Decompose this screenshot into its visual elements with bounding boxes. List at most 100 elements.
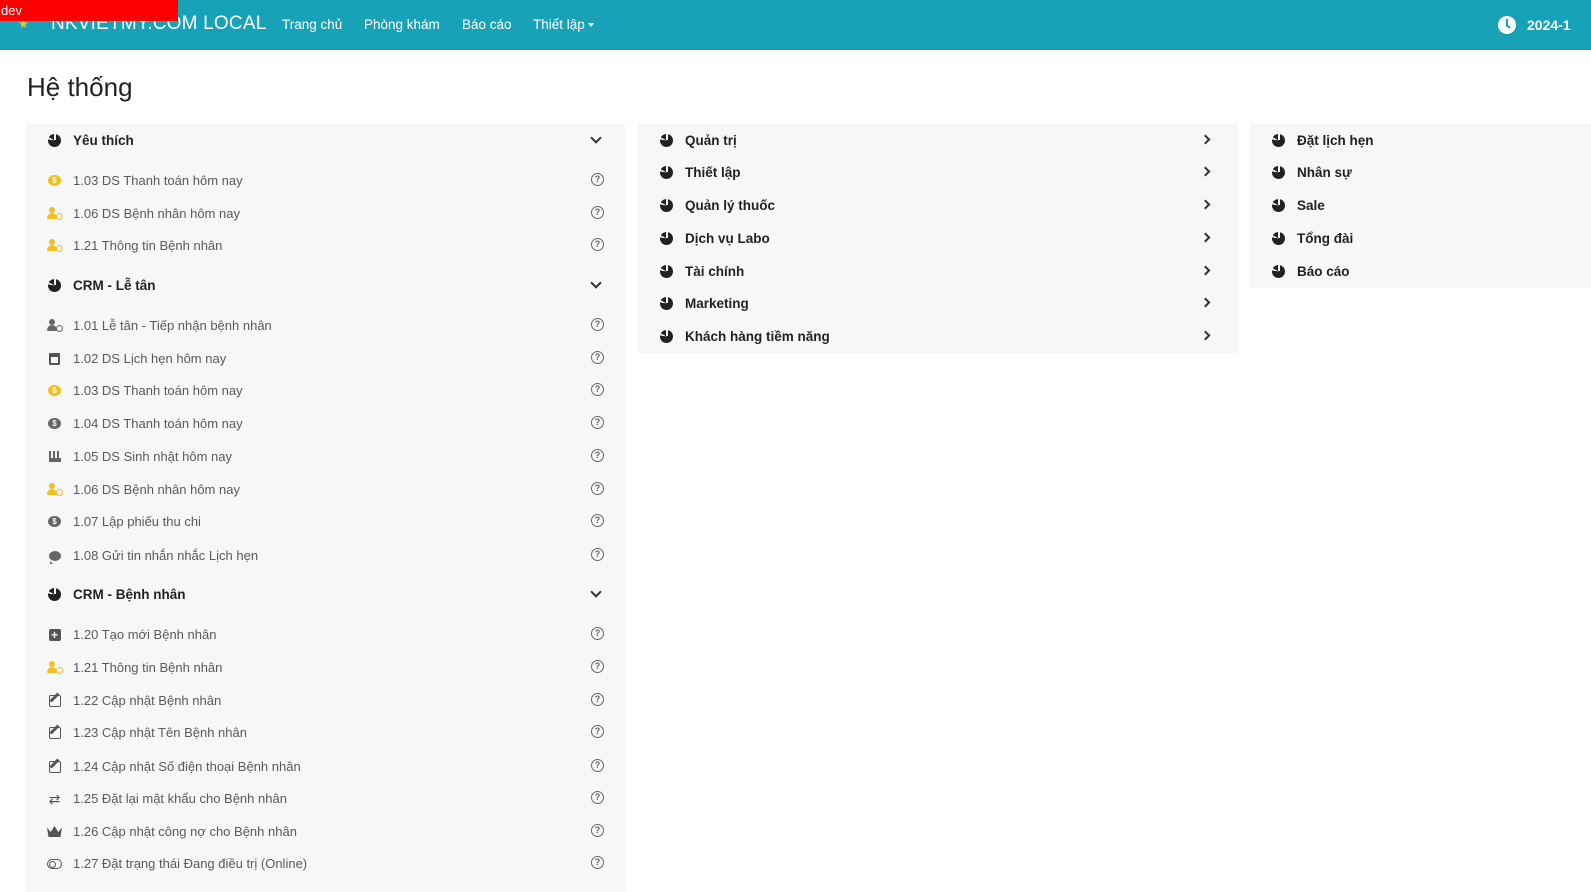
menu-group-crm-patient[interactable]: CRM - Bệnh nhân xyxy=(26,579,625,609)
chevron-right-icon[interactable] xyxy=(1200,134,1211,145)
nav-settings-dropdown[interactable]: Thiết lập xyxy=(533,17,594,32)
plus-square-icon: + xyxy=(48,628,61,641)
pie-chart-icon xyxy=(1272,198,1285,212)
help-icon[interactable]: ? xyxy=(591,238,604,251)
pie-chart-icon xyxy=(48,587,61,601)
help-icon[interactable]: ? xyxy=(591,318,604,331)
menu-item[interactable]: 1.01 Lễ tân - Tiếp nhận bệnh nhân? xyxy=(26,310,625,340)
chevron-right-icon[interactable] xyxy=(1200,265,1211,276)
menu-item[interactable]: $1.07 Lập phiếu thu chi? xyxy=(26,506,625,536)
operation-menu-item[interactable]: Sale xyxy=(1250,190,1591,220)
menu-item-label: 1.21 Thông tin Bệnh nhân xyxy=(73,659,223,675)
menu-item[interactable]: 1.08 Gửi tin nhắn nhắc Lịch hẹn? xyxy=(26,540,625,570)
menu-item-label: 1.06 DS Bệnh nhân hôm nay xyxy=(73,205,240,221)
help-icon[interactable]: ? xyxy=(591,725,604,738)
menu-item[interactable]: 1.21 Thông tin Bệnh nhân? xyxy=(26,230,625,260)
chevron-right-icon[interactable] xyxy=(1200,199,1211,210)
menu-item[interactable]: 1.27 Đặt trạng thái Đang điều trị (Onlin… xyxy=(26,848,625,878)
module-menu-item[interactable]: Quản lý thuốc xyxy=(638,190,1238,220)
menu-item[interactable]: $1.03 DS Thanh toán hôm nay? xyxy=(26,165,625,195)
row-icon-wrapper xyxy=(659,133,674,148)
menu-item[interactable]: 1.23 Cập nhật Tên Bệnh nhân? xyxy=(26,717,625,747)
dev-environment-badge: dev xyxy=(0,0,178,21)
help-icon[interactable]: ? xyxy=(591,449,604,462)
chevron-right-icon[interactable] xyxy=(1200,166,1211,177)
module-menu-item[interactable]: Thiết lập xyxy=(638,157,1238,187)
help-icon[interactable]: ? xyxy=(591,383,604,396)
menu-item[interactable]: 1.02 DS Lịch hẹn hôm nay? xyxy=(26,343,625,373)
help-icon[interactable]: ? xyxy=(591,856,604,869)
module-menu-item[interactable]: Quản trị xyxy=(638,125,1238,155)
module-menu-item[interactable]: Khách hàng tiềm năng xyxy=(638,321,1238,351)
menu-item-label: 1.05 DS Sinh nhật hôm nay xyxy=(73,448,232,464)
row-icon-wrapper xyxy=(659,231,674,246)
menu-item[interactable]: 1.26 Cập nhật công nợ cho Bệnh nhân? xyxy=(26,816,625,846)
operation-menu-item[interactable]: Nhân sự xyxy=(1250,157,1591,187)
help-icon[interactable]: ? xyxy=(591,693,604,706)
menu-item[interactable]: 1.06 DS Bệnh nhân hôm nay? xyxy=(26,198,625,228)
pie-chart-icon xyxy=(660,264,673,278)
menu-item[interactable]: ⇄ 1.25 Đặt lại mật khẩu cho Bệnh nhân? xyxy=(26,783,625,813)
menu-item-label: 1.20 Tạo mới Bệnh nhân xyxy=(73,626,217,642)
menu-item[interactable]: $1.04 DS Thanh toán hôm nay? xyxy=(26,408,625,438)
pie-chart-icon xyxy=(48,133,61,147)
help-icon[interactable]: ? xyxy=(591,548,604,561)
menu-group-favorites[interactable]: Yêu thích xyxy=(26,125,625,155)
menu-item-label: 1.03 DS Thanh toán hôm nay xyxy=(73,172,243,188)
top-navbar: dev ★ NKVIETMY.COM LOCAL Trang chủ Phòng… xyxy=(0,0,1591,50)
menu-item[interactable]: 1.21 Thông tin Bệnh nhân? xyxy=(26,652,625,682)
nav-clinic[interactable]: Phòng khám xyxy=(364,17,440,32)
chevron-right-icon[interactable] xyxy=(1200,232,1211,243)
help-icon[interactable]: ? xyxy=(591,206,604,219)
operation-menu-item[interactable]: Báo cáo xyxy=(1250,256,1591,286)
menu-item[interactable]: 1.24 Cập nhật Số điện thoại Bệnh nhân? xyxy=(26,751,625,781)
chevron-down-icon[interactable] xyxy=(590,277,602,289)
chevron-down-icon[interactable] xyxy=(590,586,602,598)
menu-item-label: 1.06 DS Bệnh nhân hôm nay xyxy=(73,481,240,497)
row-icon-wrapper: ⇄ xyxy=(47,791,62,806)
operation-menu-item[interactable]: Tổng đài xyxy=(1250,223,1591,253)
menu-column-modules: Quản trị Thiết lập Quản lý thuốc Dịch vụ La… xyxy=(638,124,1238,353)
edit-icon xyxy=(48,726,61,739)
group-title: Marketing xyxy=(685,295,749,311)
help-icon[interactable]: ? xyxy=(591,660,604,673)
help-icon[interactable]: ? xyxy=(591,173,604,186)
menu-item[interactable]: 1.05 DS Sinh nhật hôm nay? xyxy=(26,441,625,471)
pie-chart-icon xyxy=(660,329,673,343)
row-icon-wrapper xyxy=(659,329,674,344)
operation-menu-item[interactable]: Đặt lịch hẹn xyxy=(1250,125,1591,155)
help-icon[interactable]: ? xyxy=(591,759,604,772)
chevron-right-icon[interactable] xyxy=(1200,297,1211,308)
menu-item[interactable]: 1.22 Cập nhật Bệnh nhân? xyxy=(26,685,625,715)
module-menu-item[interactable]: Dịch vụ Labo xyxy=(638,223,1238,253)
menu-item-label: 1.25 Đặt lại mật khẩu cho Bệnh nhân xyxy=(73,790,287,806)
help-icon[interactable]: ? xyxy=(591,791,604,804)
pie-chart-icon xyxy=(48,278,61,292)
group-title: Tổng đài xyxy=(1297,230,1354,246)
help-icon[interactable]: ? xyxy=(591,514,604,527)
module-menu-item[interactable]: Marketing xyxy=(638,288,1238,318)
nav-report[interactable]: Báo cáo xyxy=(462,17,512,32)
menu-group-crm-reception[interactable]: CRM - Lễ tân xyxy=(26,270,625,300)
menu-item[interactable]: $1.03 DS Thanh toán hôm nay? xyxy=(26,375,625,405)
row-icon-wrapper xyxy=(47,759,62,774)
row-icon-wrapper xyxy=(47,660,63,675)
help-icon[interactable]: ? xyxy=(591,627,604,640)
menu-item-label: 1.03 DS Thanh toán hôm nay xyxy=(73,382,243,398)
row-icon-wrapper xyxy=(47,318,63,333)
row-icon-wrapper: $ xyxy=(47,416,62,431)
menu-item[interactable]: 1.06 DS Bệnh nhân hôm nay? xyxy=(26,474,625,504)
row-icon-wrapper xyxy=(47,449,62,464)
row-icon-wrapper xyxy=(659,198,674,213)
chevron-right-icon[interactable] xyxy=(1200,330,1211,341)
help-icon[interactable]: ? xyxy=(591,416,604,429)
help-icon[interactable]: ? xyxy=(591,482,604,495)
menu-item[interactable]: +1.20 Tạo mới Bệnh nhân? xyxy=(26,619,625,649)
coin-icon: $ xyxy=(48,385,61,396)
chevron-down-icon[interactable] xyxy=(590,132,602,144)
help-icon[interactable]: ? xyxy=(591,824,604,837)
toggle-icon xyxy=(47,858,62,869)
help-icon[interactable]: ? xyxy=(591,351,604,364)
module-menu-item[interactable]: Tài chính xyxy=(638,256,1238,286)
nav-home[interactable]: Trang chủ xyxy=(282,17,342,32)
